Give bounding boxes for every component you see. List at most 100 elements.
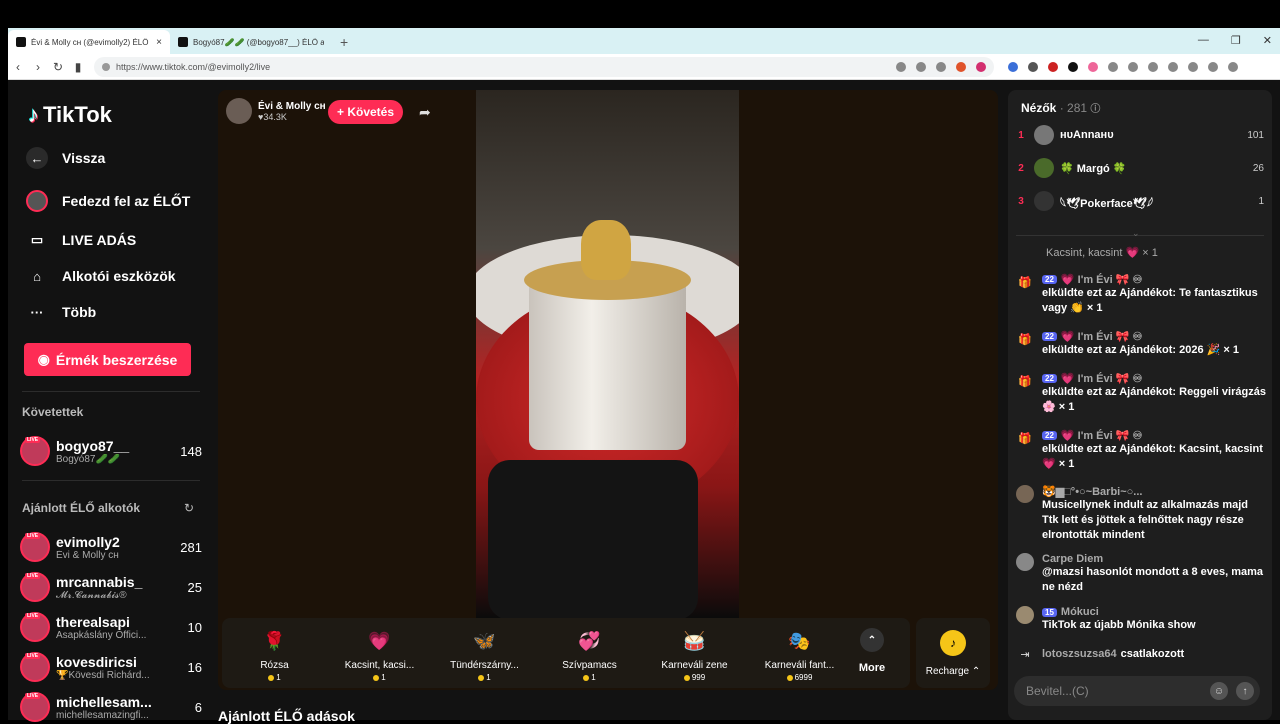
message-user[interactable]: Mókuci: [1061, 606, 1099, 618]
nav-live[interactable]: ▭ LIVE ADÁS: [26, 229, 136, 251]
recommended-item[interactable]: LIVE kovesdiricsi 🏆Kövesdi Richárd... 16: [20, 651, 202, 683]
extension-icon[interactable]: [1088, 61, 1098, 72]
viewers-chat-panel: Nézők · 281 ⓘ 1 ʜᴜAnnaʜᴜ 101 2 🍀 Margó 🍀…: [1008, 90, 1272, 720]
brave-shield-icon[interactable]: [956, 61, 966, 72]
chevron-down-icon[interactable]: ⌄: [1132, 228, 1140, 239]
gift-item[interactable]: 🥁 Karneváli zene 999: [642, 618, 747, 688]
host-info[interactable]: Évi & Molly ᴄʜ ♥34.3K: [226, 98, 326, 124]
send-arrow-icon[interactable]: ↑: [1236, 682, 1254, 700]
creator-name: therealsapi: [56, 613, 130, 630]
live-video[interactable]: [476, 90, 739, 618]
live-badge: LIVE: [25, 573, 41, 579]
gift-item[interactable]: 🎭 Karneváli fant... 6999: [747, 618, 852, 688]
recharge-button[interactable]: ♪ Recharge ⌃: [916, 618, 990, 688]
top-viewer[interactable]: 1 ʜᴜAnnaʜᴜ 101: [1008, 123, 1272, 147]
nav-more[interactable]: ··· Több: [26, 301, 97, 323]
coin-icon: ◉: [37, 351, 50, 367]
recommended-item[interactable]: LIVE michellesam... michellesamazingfi..…: [20, 691, 202, 723]
message-user[interactable]: 💗 I'm Évi 🎀 ♾: [1061, 330, 1142, 343]
chat-input[interactable]: Bevitel...(C) ☺ ↑: [1014, 676, 1260, 706]
rewards-icon[interactable]: [976, 61, 986, 72]
extension-icon[interactable]: [1008, 61, 1018, 72]
live-badge: LIVE: [25, 437, 41, 443]
minimize-icon[interactable]: —: [1198, 34, 1209, 47]
restore-icon[interactable]: ❐: [1231, 34, 1241, 47]
back-arrow-icon[interactable]: ‹: [8, 60, 28, 74]
refresh-icon[interactable]: ↻: [184, 501, 194, 515]
extensions-puzzle-icon[interactable]: [1108, 61, 1118, 72]
nav-back[interactable]: ← Vissza: [26, 147, 105, 169]
extension-icon[interactable]: [1048, 61, 1058, 72]
gift-item[interactable]: 💞 Szívpamacs 1: [537, 618, 642, 688]
gift-price-value: 1: [486, 673, 491, 682]
following-item[interactable]: LIVE bogyo87__ Bogyó87🥒🥒 148: [20, 435, 202, 467]
close-tab-icon[interactable]: ×: [156, 37, 162, 48]
avatar[interactable]: [1016, 606, 1034, 624]
message-user[interactable]: 💗 I'm Évi 🎀 ♾: [1061, 372, 1142, 385]
browser-tab[interactable]: Bogyó87🥒🥒 (@bogyo87__) ÉLŐ adás: [170, 30, 332, 54]
wallet-icon[interactable]: [1168, 61, 1178, 72]
address-icons: [896, 61, 986, 72]
avatar: [1034, 125, 1054, 145]
gift-item[interactable]: 💗 Kacsint, kacsi... 1: [327, 618, 432, 688]
recommended-item[interactable]: LIVE mrcannabis_ 𝓜𝓻.𝓒𝓪𝓷𝓷𝓪𝓫𝓲𝓼® 25: [20, 571, 202, 603]
avatar: [1034, 158, 1054, 178]
gift-item[interactable]: 🌹 Rózsa 1: [222, 618, 327, 688]
avatar: LIVE: [20, 612, 50, 642]
menu-icon[interactable]: [1228, 61, 1238, 72]
avatar[interactable]: [1016, 553, 1034, 571]
message-user[interactable]: Carpe Diem: [1042, 553, 1103, 565]
nav-label: LIVE ADÁS: [62, 232, 137, 248]
close-window-icon[interactable]: ✕: [1263, 34, 1272, 47]
bookmark-icon[interactable]: ▮: [68, 60, 88, 74]
joined-user[interactable]: lotoszsuzsa64: [1042, 648, 1117, 660]
more-gifts-button[interactable]: ⌃ More: [852, 618, 892, 688]
tiktok-logo[interactable]: ♪ TikTok: [28, 102, 112, 128]
live-badge: LIVE: [25, 613, 41, 619]
chat-message: 🐯▆□°•○~Barbi~○... Musicellynek indult az…: [1016, 485, 1266, 543]
browser-tab-active[interactable]: Évi & Molly ᴄʜ (@evimolly2) ÉLŐ ×: [8, 30, 170, 54]
avatar: LIVE: [20, 652, 50, 682]
live-badge: LIVE: [25, 533, 41, 539]
follow-button[interactable]: + Követés: [328, 100, 403, 124]
nav-label: Alkotói eszközök: [62, 268, 176, 284]
avatar[interactable]: [1016, 485, 1034, 503]
media-icon[interactable]: [1128, 61, 1138, 72]
downloads-icon[interactable]: [1188, 61, 1198, 72]
heart-puff-gift-icon: 💞: [578, 630, 601, 651]
sidebar-icon[interactable]: [1148, 61, 1158, 72]
carnival-mask-gift-icon: 🎭: [788, 630, 811, 651]
top-viewer[interactable]: 3 𓆩🕊Pokerface🕊𓆪 1: [1008, 189, 1272, 213]
extension-icon[interactable]: [1028, 61, 1038, 72]
nav-creator-tools[interactable]: ⌂ Alkotói eszközök: [26, 265, 176, 287]
nav-explore-live[interactable]: Fedezd fel az ÉLŐT: [26, 190, 190, 212]
chat-message: Carpe Diem @mazsi hasonlót mondott a 8 e…: [1016, 553, 1266, 595]
translate-icon[interactable]: [896, 61, 906, 72]
url-field[interactable]: https://www.tiktok.com/@evimolly2/live: [94, 56, 994, 77]
gift-item[interactable]: 🦋 Tündérszárny... 1: [432, 618, 537, 688]
window-controls: — ❐ ✕: [1198, 34, 1272, 47]
nav-label: Fedezd fel az ÉLŐT: [62, 193, 191, 209]
extension-icon[interactable]: [1068, 61, 1078, 72]
site-info-icon[interactable]: [102, 62, 110, 71]
gift-icon: 🎁: [1018, 375, 1032, 388]
share-icon[interactable]: ➦: [419, 104, 431, 121]
emoji-icon[interactable]: ☺: [1210, 682, 1228, 700]
vpn-icon[interactable]: [1208, 61, 1218, 72]
reload-icon[interactable]: ↻: [48, 60, 68, 74]
gold-bear-figure: [581, 220, 631, 280]
forward-arrow-icon[interactable]: ›: [28, 60, 48, 74]
zoom-icon[interactable]: [916, 61, 926, 72]
share-icon[interactable]: [936, 61, 946, 72]
recommended-item[interactable]: LIVE therealsapi Asapkáslány Offici... 1…: [20, 611, 202, 643]
message-user[interactable]: 💗 I'm Évi 🎀 ♾: [1061, 273, 1142, 286]
new-tab-icon[interactable]: +: [332, 34, 356, 54]
heart-gift-icon: 💗: [368, 630, 391, 651]
info-icon[interactable]: ⓘ: [1090, 104, 1100, 115]
message-user[interactable]: 🐯▆□°•○~Barbi~○...: [1042, 485, 1142, 498]
get-coins-button[interactable]: ◉ Érmék beszerzése: [24, 343, 191, 376]
top-viewer[interactable]: 2 🍀 Margó 🍀 26: [1008, 156, 1272, 180]
message-text: @mazsi hasonlót mondott a 8 eves, mama n…: [1042, 566, 1264, 593]
recommended-item[interactable]: LIVE evimolly2 Évi & Molly ᴄʜ 281: [20, 531, 202, 563]
message-user[interactable]: 💗 I'm Évi 🎀 ♾: [1061, 429, 1142, 442]
